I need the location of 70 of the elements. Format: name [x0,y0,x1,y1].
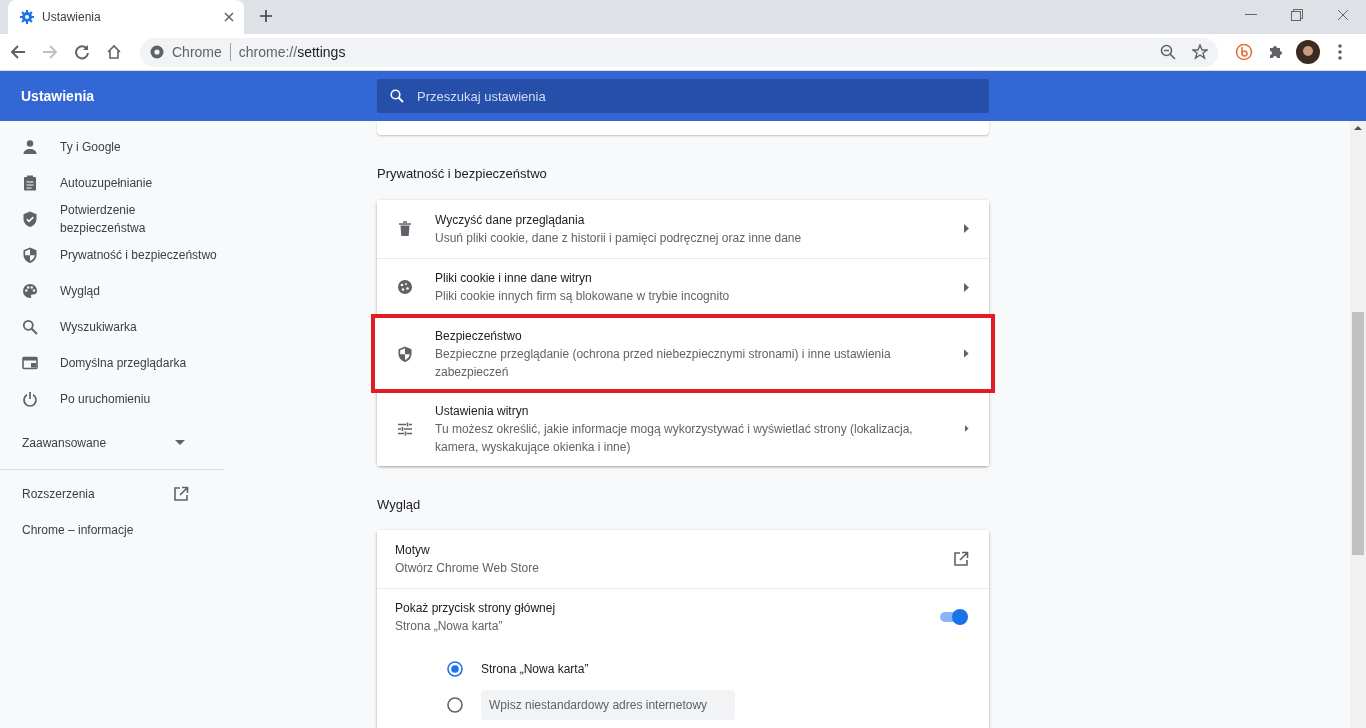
sidebar-item[interactable]: Wygląd [0,273,225,309]
clipboard-icon [22,175,38,191]
row-subtitle: Tu możesz określić, jakie informacje mogą wykorzystywać i wyświetlać strony (lokalizacja, kamera, wyskakujące okienka i inne) [435,420,914,456]
palette-icon [22,283,38,299]
row-title: Pokaż przycisk strony głównej [395,600,557,617]
url-text: chrome://settings [238,42,346,62]
sidebar-link-label: Chrome – informacje [22,522,134,539]
scroll-up-icon[interactable] [1354,125,1362,130]
sidebar-item[interactable]: Autouzupełnianie [0,165,225,201]
sidebar-item[interactable]: Ty i Google [0,129,225,165]
site-info-icon[interactable] [150,45,164,59]
row-title: Ustawienia witryn [435,402,530,420]
search-icon [22,319,38,335]
scrollbar-thumb[interactable] [1352,312,1364,555]
cookie-icon [397,279,413,295]
close-icon[interactable] [224,12,234,22]
shield-icon [397,345,413,362]
section-title: Wygląd [377,495,422,514]
row-title: Motyw [395,542,431,559]
trash-icon [397,220,413,237]
power-icon [22,391,38,407]
zoom-out-icon[interactable] [1160,44,1176,60]
row-title: Wyczyść dane przeglądania [435,211,586,229]
sidebar-item[interactable]: Po uruchomieniu [0,381,225,417]
row-subtitle: Bezpieczne przeglądanie (ochrona przed niebezpiecznymi stronami) i inne ustawienia zabezpieczeń [435,345,892,381]
external-link-icon[interactable] [953,551,969,567]
row-title: Bezpieczeństwo [435,327,523,345]
chevron-right-icon [964,224,969,233]
radio-label: Strona „Nowa karta” [481,661,589,678]
row-title: Pliki cookie i inne dane witryn [435,270,593,287]
sidebar-item[interactable]: Domyślna przeglądarka [0,345,225,381]
browser-window-icon [22,355,38,371]
row-subtitle: Strona „Nowa karta” [395,618,504,635]
radio-button[interactable] [447,661,463,677]
row-subtitle: Usuń pliki cookie, dane z historii i pamięci podręcznej oraz inne dane [435,229,803,247]
section-title: Prywatność i bezpieczeństwo [377,165,548,183]
sliders-icon [397,420,413,437]
sidebar-link-label: Rozszerzenia [22,486,95,503]
sidebar-item[interactable]: Wyszukiwarka [0,309,225,345]
radio-button[interactable] [447,697,463,713]
shield-icon [22,247,38,263]
chevron-right-icon [965,424,969,433]
row-subtitle: Otwórz Chrome Web Store [395,560,540,577]
sidebar-item[interactable]: Potwierdzenie bezpieczeństwa [0,201,225,237]
row-subtitle: Pliki cookie innych firm są blokowane w trybie incognito [435,288,731,305]
scrollbar[interactable] [1350,121,1366,728]
chevron-right-icon [964,349,969,358]
advanced-label: Zaawansowane [22,435,107,452]
settings-row[interactable]: Ustawienia witryn Tu możesz określić, jakie informacje mogą wykorzystywać i wyświetlać strony (lokalizacja, kamera, wyskakujące okienka i inne) [377,390,989,466]
settings-row[interactable]: Bezpieczeństwo Bezpieczne przeglądanie (ochrona przed niebezpiecznymi stronami) i inne ustawienia zabezpieczeń [373,315,993,391]
gear-icon [20,10,34,24]
settings-row[interactable]: Pliki cookie i inne dane witryn Pliki cookie innych firm są blokowane w trybie incognito [377,257,989,316]
toggle-switch[interactable] [939,608,969,626]
avatar-icon[interactable] [1294,38,1322,66]
sidebar-item[interactable]: Prywatność i bezpieczeństwo [0,237,225,273]
sidebar-link[interactable]: Chrome – informacje [0,512,225,548]
tab-title: Ustawienia [42,9,101,26]
sidebar-link[interactable]: Rozszerzenia [0,476,225,512]
page-title: Ustawienia [20,86,96,106]
address-bar[interactable]: Chrome chrome://settings [140,37,1218,67]
origin-label: Chrome [172,42,222,62]
chevron-right-icon [964,282,969,292]
shield-check-icon [22,211,38,227]
star-icon[interactable] [1192,44,1208,60]
search-field[interactable]: Przeszukaj ustawienia [377,79,989,113]
settings-row[interactable]: Wyczyść dane przeglądania Usuń pliki cookie, dane z historii i pamięci podręcznej oraz inne dane [377,199,989,258]
advanced-toggle[interactable]: Zaawansowane [0,425,225,461]
browser-tab[interactable]: Ustawienia [8,0,244,34]
url-input-field[interactable]: Wpisz niestandardowy adres internetowy [481,690,735,720]
person-icon [22,139,38,155]
